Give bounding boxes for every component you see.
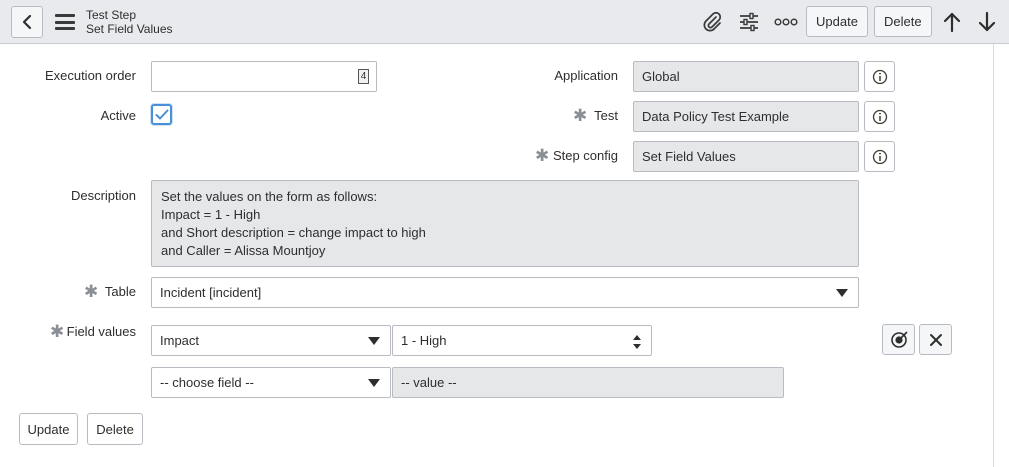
personalize-form-icon[interactable] bbox=[736, 9, 762, 35]
description-line: Set the values on the form as follows: bbox=[161, 189, 378, 204]
form-title-record: Set Field Values bbox=[86, 22, 173, 36]
choose-field-select[interactable]: -- choose field -- bbox=[151, 367, 391, 398]
test-field: Data Policy Test Example bbox=[633, 101, 859, 132]
more-options-icon[interactable] bbox=[773, 9, 799, 35]
step-config-field: Set Field Values bbox=[633, 141, 859, 172]
step-config-label: Step config bbox=[552, 148, 618, 163]
table-select-value: Incident [incident] bbox=[160, 285, 262, 300]
test-required-icon: ✱ bbox=[573, 106, 588, 125]
checkmark-icon bbox=[155, 109, 168, 119]
active-label: Active bbox=[100, 108, 136, 123]
chevron-down-icon bbox=[836, 289, 848, 297]
table-select[interactable]: Incident [incident] bbox=[151, 277, 859, 308]
info-icon bbox=[872, 149, 887, 164]
execution-order-field[interactable]: 4 bbox=[151, 61, 377, 92]
value-placeholder-field: -- value -- bbox=[392, 367, 784, 398]
test-label: Test bbox=[594, 108, 618, 123]
value-select[interactable]: 1 - High bbox=[392, 325, 652, 356]
field-select[interactable]: Impact bbox=[151, 325, 391, 356]
table-label: Table bbox=[104, 284, 136, 299]
chevron-left-icon bbox=[22, 14, 32, 30]
test-info-button[interactable] bbox=[864, 101, 895, 132]
choose-field-value: -- choose field -- bbox=[160, 375, 254, 390]
context-menu-icon[interactable] bbox=[55, 13, 75, 31]
form-header: Test Step Set Field Values Update Delete bbox=[0, 0, 1009, 44]
close-icon bbox=[929, 333, 942, 346]
execution-order-value: 4 bbox=[358, 69, 369, 84]
value-select-value: 1 - High bbox=[401, 333, 447, 348]
info-icon bbox=[872, 69, 887, 84]
field-values-required-icon: ✱ bbox=[50, 322, 65, 341]
remove-field-button[interactable] bbox=[919, 324, 952, 355]
attachment-icon[interactable] bbox=[699, 9, 725, 35]
application-info-button[interactable] bbox=[864, 61, 895, 92]
description-line: and Caller = Alissa Mountjoy bbox=[161, 243, 326, 258]
scrollbar-track bbox=[993, 44, 994, 467]
info-icon bbox=[872, 109, 887, 124]
active-checkbox[interactable] bbox=[151, 104, 172, 125]
description-line: Impact = 1 - High bbox=[161, 207, 261, 222]
field-select-value: Impact bbox=[160, 333, 200, 348]
header-delete-button[interactable]: Delete bbox=[874, 6, 932, 37]
next-record-icon[interactable] bbox=[974, 9, 1000, 35]
chevron-down-icon bbox=[368, 337, 380, 345]
updown-arrows-icon bbox=[633, 335, 641, 349]
description-label: Description bbox=[70, 188, 136, 203]
target-icon bbox=[890, 330, 908, 348]
form-title-table: Test Step bbox=[86, 8, 137, 22]
table-required-icon: ✱ bbox=[84, 282, 99, 301]
execution-order-label: Execution order bbox=[44, 68, 136, 83]
chevron-down-icon bbox=[368, 379, 380, 387]
step-config-info-button[interactable] bbox=[864, 141, 895, 172]
field-values-label: Field values bbox=[66, 324, 136, 339]
dependency-button[interactable] bbox=[882, 324, 915, 355]
footer-update-button[interactable]: Update bbox=[19, 413, 78, 445]
back-button[interactable] bbox=[11, 6, 43, 38]
application-field: Global bbox=[633, 61, 859, 92]
previous-record-icon[interactable] bbox=[939, 9, 965, 35]
description-field: Set the values on the form as follows: I… bbox=[151, 180, 859, 267]
application-label: Application bbox=[554, 68, 618, 83]
footer-delete-button[interactable]: Delete bbox=[87, 413, 143, 445]
header-update-button[interactable]: Update bbox=[806, 6, 868, 37]
description-line: and Short description = change impact to… bbox=[161, 225, 426, 240]
step-config-required-icon: ✱ bbox=[535, 146, 550, 165]
form-title: Test Step Set Field Values bbox=[86, 8, 173, 36]
